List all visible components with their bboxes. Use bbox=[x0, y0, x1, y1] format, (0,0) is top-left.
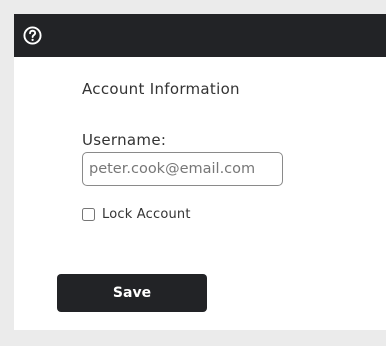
username-input[interactable] bbox=[82, 152, 283, 186]
lock-account-checkbox[interactable] bbox=[82, 208, 95, 221]
lock-account-label[interactable]: Lock Account bbox=[102, 207, 191, 222]
save-button[interactable]: Save bbox=[57, 274, 207, 312]
help-icon[interactable] bbox=[23, 26, 42, 45]
account-panel: Account Information Username: Lock Accou… bbox=[14, 14, 386, 330]
top-bar bbox=[14, 14, 386, 57]
lock-account-row: Lock Account bbox=[82, 207, 191, 222]
username-label: Username: bbox=[82, 131, 167, 149]
section-title: Account Information bbox=[82, 80, 240, 98]
